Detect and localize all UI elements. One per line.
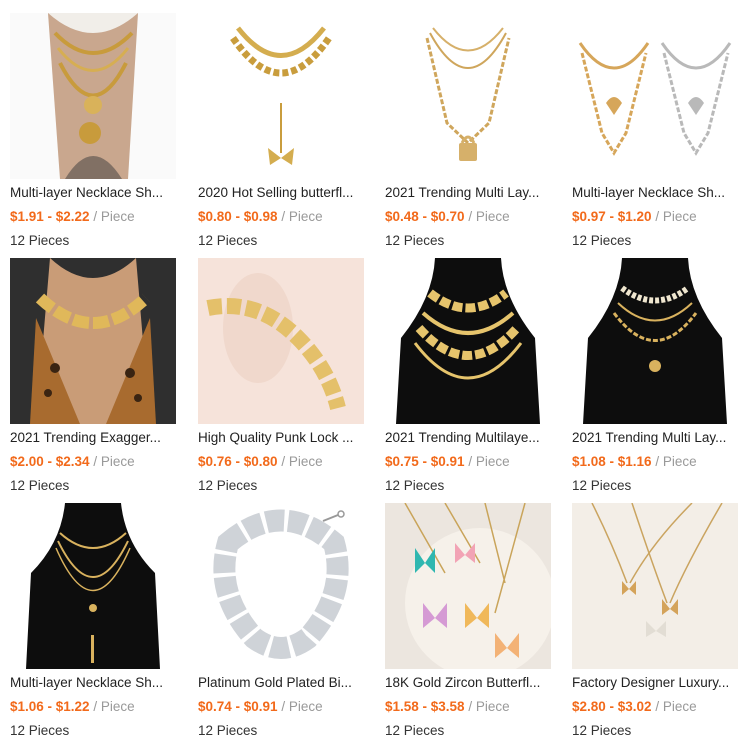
product-image[interactable] [385,13,551,179]
product-image[interactable] [572,258,738,424]
product-title[interactable]: 2021 Trending Multi Lay... [572,429,742,447]
product-grid: Multi-layer Necklace Sh... $1.91 - $2.22… [0,0,750,750]
product-image[interactable] [198,258,364,424]
product-price: $1.08 - $1.16 / Piece [572,454,697,469]
product-price: $1.91 - $2.22 / Piece [10,209,135,224]
product-image[interactable] [385,258,551,424]
product-image[interactable] [572,13,738,179]
product-image[interactable] [198,13,364,179]
product-price: $0.74 - $0.91 / Piece [198,699,323,714]
product-title[interactable]: 2021 Trending Multilaye... [385,429,555,447]
product-title[interactable]: Multi-layer Necklace Sh... [572,184,742,202]
product-title[interactable]: Factory Designer Luxury... [572,674,742,692]
product-price: $0.80 - $0.98 / Piece [198,209,323,224]
product-image[interactable] [198,503,364,669]
product-price: $1.06 - $1.22 / Piece [10,699,135,714]
product-image[interactable] [10,258,176,424]
product-title[interactable]: High Quality Punk Lock ... [198,429,368,447]
product-price: $1.58 - $3.58 / Piece [385,699,510,714]
product-price: $2.00 - $2.34 / Piece [10,454,135,469]
min-order: 12 Pieces [198,723,258,738]
product-title[interactable]: Multi-layer Necklace Sh... [10,674,180,692]
product-price: $0.97 - $1.20 / Piece [572,209,697,224]
min-order: 12 Pieces [385,723,445,738]
product-image[interactable] [10,13,176,179]
product-image[interactable] [572,503,738,669]
product-price: $0.75 - $0.91 / Piece [385,454,510,469]
min-order: 12 Pieces [385,233,445,248]
product-title[interactable]: Platinum Gold Plated Bi... [198,674,368,692]
product-price: $0.48 - $0.70 / Piece [385,209,510,224]
product-title[interactable]: Multi-layer Necklace Sh... [10,184,180,202]
product-title[interactable]: 2020 Hot Selling butterfl... [198,184,368,202]
min-order: 12 Pieces [10,478,70,493]
min-order: 12 Pieces [10,233,70,248]
product-price: $2.80 - $3.02 / Piece [572,699,697,714]
min-order: 12 Pieces [198,233,258,248]
min-order: 12 Pieces [198,478,258,493]
product-price: $0.76 - $0.80 / Piece [198,454,323,469]
min-order: 12 Pieces [10,723,70,738]
product-title[interactable]: 2021 Trending Exagger... [10,429,180,447]
min-order: 12 Pieces [385,478,445,493]
min-order: 12 Pieces [572,233,632,248]
product-title[interactable]: 18K Gold Zircon Butterfl... [385,674,555,692]
product-title[interactable]: 2021 Trending Multi Lay... [385,184,555,202]
min-order: 12 Pieces [572,478,632,493]
product-image[interactable] [385,503,551,669]
product-image[interactable] [10,503,176,669]
min-order: 12 Pieces [572,723,632,738]
